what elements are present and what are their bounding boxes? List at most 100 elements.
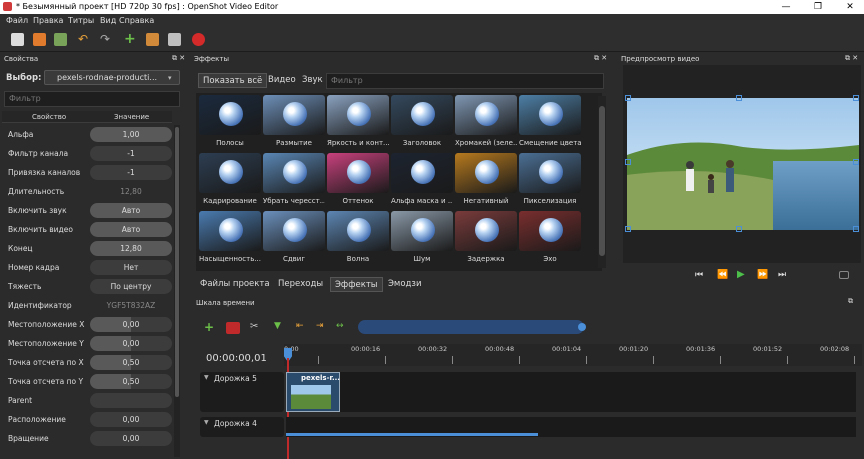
track-lane-5[interactable]: [286, 372, 856, 412]
effects-filter-input[interactable]: Фильтр: [326, 73, 604, 89]
property-value[interactable]: Нет: [90, 260, 172, 275]
import-files-icon[interactable]: +: [124, 32, 137, 46]
timeline-panel-controls-icon[interactable]: ⧉: [848, 297, 853, 306]
menu-view[interactable]: Вид: [100, 16, 116, 25]
new-project-icon[interactable]: [11, 33, 24, 46]
add-marker-icon[interactable]: ▼: [274, 321, 281, 331]
tab-show-all[interactable]: Показать всё: [198, 73, 268, 88]
maximize-button[interactable]: ❐: [804, 0, 832, 14]
transform-handle-top[interactable]: [736, 95, 742, 101]
effect-item[interactable]: Заголовок: [391, 95, 453, 153]
menu-edit[interactable]: Правка: [33, 16, 63, 25]
property-row[interactable]: Привязка каналов -1: [2, 163, 172, 182]
export-video-icon[interactable]: [192, 33, 205, 46]
property-row[interactable]: Конец 12,80: [2, 239, 172, 258]
scrollbar-thumb[interactable]: [175, 127, 179, 397]
add-track-icon[interactable]: +: [204, 320, 214, 334]
camera-snapshot-icon[interactable]: [839, 271, 849, 279]
fullscreen-icon[interactable]: [168, 33, 181, 46]
track-collapse-icon[interactable]: ▼: [204, 374, 209, 381]
effects-scrollbar-thumb[interactable]: [599, 106, 605, 256]
track-collapse-icon[interactable]: ▼: [204, 419, 209, 426]
selection-dropdown[interactable]: pexels-rodnae-producti...: [44, 70, 180, 85]
property-value[interactable]: По центру: [90, 279, 172, 294]
previous-marker-icon[interactable]: ⇤: [296, 321, 304, 331]
effects-panel-controls-icon[interactable]: ⧉ ✕: [594, 54, 607, 63]
property-value[interactable]: 0,50: [90, 355, 172, 370]
dropdown-arrow-icon[interactable]: ▾: [168, 74, 172, 82]
timeline-zoom-slider[interactable]: [358, 320, 584, 334]
fast-forward-icon[interactable]: ⏩: [757, 270, 768, 280]
video-clip[interactable]: pexels-r...: [286, 372, 340, 412]
close-button[interactable]: ✕: [836, 0, 864, 14]
timeline-ruler[interactable]: 0:0000:00:1600:00:3200:00:4800:01:0400:0…: [284, 344, 862, 366]
property-row[interactable]: Номер кадра Нет: [2, 258, 172, 277]
effect-item[interactable]: Негативный: [455, 153, 517, 211]
property-row[interactable]: Фильтр канала -1: [2, 144, 172, 163]
tab-transitions[interactable]: Переходы: [274, 277, 327, 292]
jump-start-icon[interactable]: ⏮: [695, 270, 703, 280]
next-marker-icon[interactable]: ⇥: [316, 321, 324, 331]
property-row[interactable]: Расположение 0,00: [2, 410, 172, 429]
tab-emoji[interactable]: Эмодзи: [384, 277, 425, 292]
effect-item[interactable]: Хромакей (зеле...: [455, 95, 517, 153]
effect-item[interactable]: Эхо: [519, 211, 581, 269]
property-value[interactable]: 0,00: [90, 336, 172, 351]
property-value[interactable]: 12,80: [90, 241, 172, 256]
transform-handle-br[interactable]: [853, 226, 859, 232]
property-row[interactable]: Parent: [2, 391, 172, 410]
track-header-4[interactable]: ▼ Дорожка 4: [200, 417, 284, 437]
property-row[interactable]: Включить видео Авто: [2, 220, 172, 239]
track-header-5[interactable]: ▼ Дорожка 5: [200, 372, 284, 412]
center-playhead-icon[interactable]: ↔: [336, 321, 344, 331]
property-row[interactable]: Идентификатор YGF5T832AZ: [2, 296, 172, 315]
open-project-icon[interactable]: [33, 33, 46, 46]
transform-handle-left[interactable]: [625, 159, 631, 165]
play-icon[interactable]: ▶: [737, 269, 745, 280]
property-value[interactable]: Авто: [90, 222, 172, 237]
property-value[interactable]: 0,00: [90, 317, 172, 332]
tab-project-files[interactable]: Файлы проекта: [196, 277, 274, 292]
property-row[interactable]: Местоположение X 0,00: [2, 315, 172, 334]
property-row[interactable]: Альфа 1,00: [2, 125, 172, 144]
effect-item[interactable]: Шум: [391, 211, 453, 269]
property-value[interactable]: 0,50: [90, 374, 172, 389]
redo-icon[interactable]: ↷: [100, 33, 113, 46]
effect-item[interactable]: Оттенок: [327, 153, 389, 211]
effect-item[interactable]: Яркость и конт...: [327, 95, 389, 153]
timeline-horizontal-scrollbar[interactable]: [286, 433, 538, 436]
effect-item[interactable]: Смещение цвета: [519, 95, 581, 153]
property-row[interactable]: Вращение 0,00: [2, 429, 172, 448]
undo-icon[interactable]: ↶: [78, 33, 91, 46]
menu-help[interactable]: Справка: [119, 16, 154, 25]
save-project-icon[interactable]: [54, 33, 67, 46]
property-value[interactable]: 1,00: [90, 127, 172, 142]
property-value[interactable]: Авто: [90, 203, 172, 218]
choose-profile-icon[interactable]: [146, 33, 159, 46]
property-value[interactable]: -1: [90, 146, 172, 161]
zoom-slider-handle[interactable]: [578, 323, 586, 331]
effect-item[interactable]: Сдвиг: [263, 211, 325, 269]
property-value[interactable]: -1: [90, 165, 172, 180]
effect-item[interactable]: Полосы: [199, 95, 261, 153]
effects-scrollbar[interactable]: [598, 96, 606, 268]
tab-video[interactable]: Видео: [264, 73, 300, 88]
property-row[interactable]: Местоположение Y 0,00: [2, 334, 172, 353]
property-row[interactable]: Длительность 12,80: [2, 182, 172, 201]
effect-item[interactable]: Волна: [327, 211, 389, 269]
property-row[interactable]: Включить звук Авто: [2, 201, 172, 220]
menu-titles[interactable]: Титры: [68, 16, 94, 25]
properties-scrollbar[interactable]: [174, 125, 180, 457]
effect-item[interactable]: Насыщенность...: [199, 211, 261, 269]
effect-item[interactable]: Размытие: [263, 95, 325, 153]
tab-effects[interactable]: Эффекты: [330, 277, 383, 292]
property-value[interactable]: 12,80: [90, 184, 172, 199]
razor-icon[interactable]: ✂: [250, 321, 258, 332]
property-row[interactable]: Тяжесть По центру: [2, 277, 172, 296]
effect-item[interactable]: Пикселизация: [519, 153, 581, 211]
transform-handle-tl[interactable]: [625, 95, 631, 101]
preview-panel-controls-icon[interactable]: ⧉ ✕: [845, 54, 858, 63]
transform-handle-tr[interactable]: [853, 95, 859, 101]
panel-float-icon[interactable]: ⧉ ✕: [172, 54, 185, 63]
property-value[interactable]: 0,00: [90, 412, 172, 427]
